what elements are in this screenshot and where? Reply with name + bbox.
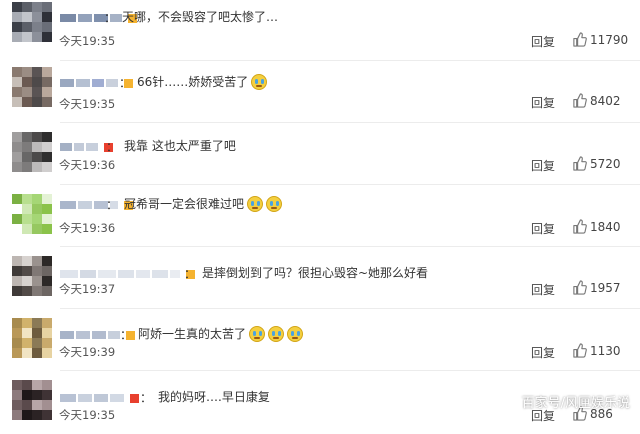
comment-timestamp: 今天19:36 [59,221,116,235]
name-separator: ： [119,76,132,90]
comment-item: ： 冠希哥一定会很难过吧 今天19:36 回复 1840 [0,186,640,248]
comment-text: 我的妈呀….早日康复 [158,388,270,405]
username-blurred[interactable] [60,269,197,279]
comment-timestamp: 今天19:37 [59,282,116,296]
avatar[interactable] [12,67,52,107]
comment-text: 冠希哥一定会很难过吧 [124,195,283,212]
like-count: 1840 [590,219,621,234]
comment-text-content: 是摔倒划到了吗？很担心毁容~她那么好看 [202,266,429,280]
reply-button[interactable]: 回复 [531,220,555,237]
divider [60,246,640,247]
crying-face-icon [287,325,304,342]
name-separator: ： [184,267,197,281]
like-button[interactable]: 11790 [572,32,628,47]
name-separator: ： [106,198,119,212]
crying-face-icon [266,195,283,212]
reply-button[interactable]: 回复 [531,281,555,298]
avatar[interactable] [12,256,52,296]
comment-text-content: 阿娇一生真的太苦了 [138,327,247,341]
name-separator: ： [120,328,133,342]
divider [60,370,640,371]
like-button[interactable]: 5720 [572,156,621,171]
reply-button[interactable]: 回复 [531,157,555,174]
comment-timestamp: 今天19:35 [59,97,116,111]
comment-text: 天哪，不会毁容了吧太惨了… [122,8,278,25]
reply-button[interactable]: 回复 [531,344,555,361]
like-button[interactable]: 1840 [572,219,621,234]
divider [60,60,640,61]
comment-text: 我靠 这也太严重了吧 [124,137,236,154]
user-badge-icon [130,393,139,403]
crying-face-icon [247,195,264,212]
comment-text-content: 我靠 这也太严重了吧 [124,139,236,153]
avatar[interactable] [12,380,52,420]
comment-item: ： 是摔倒划到了吗？很担心毁容~她那么好看今天19:37 回复 1957 [0,248,640,310]
comment-text-content: 我的妈呀….早日康复 [158,390,270,404]
thumbs-up-icon [572,280,590,295]
comment-text-content: 冠希哥一定会很难过吧 [124,197,245,211]
thumbs-up-icon [572,156,590,171]
divider [60,184,640,185]
crying-face-icon [249,325,266,342]
name-separator: ： [106,140,119,154]
comment-timestamp: 今天19:35 [59,34,116,48]
watermark: 百家号/风匣娱乐说 [521,396,630,411]
name-separator: ： [104,11,117,25]
like-count: 5720 [590,156,621,171]
reply-button[interactable]: 回复 [531,94,555,111]
thumbs-up-icon [572,93,590,108]
comment-timestamp: 今天19:39 [59,345,116,359]
comment-item: ： 66针……娇娇受苦了今天19:35 回复 8402 [0,62,640,124]
avatar[interactable] [12,194,52,234]
avatar[interactable] [12,2,52,42]
thumbs-up-icon [572,343,590,358]
like-count: 1130 [590,343,621,358]
comment-timestamp: 今天19:35 [59,408,116,422]
like-count: 8402 [590,93,621,108]
like-button[interactable]: 1130 [572,343,621,358]
comment-timestamp: 今天19:36 [59,158,116,172]
comment-text: 阿娇一生真的太苦了 [138,325,304,342]
comment-text: 66针……娇娇受苦了 [137,73,268,90]
divider [60,122,640,123]
avatar[interactable] [12,132,52,172]
comment-text-content: 66针……娇娇受苦了 [137,75,249,89]
comment-item: ： 阿娇一生真的太苦了今天19:39 回复 1130 [0,310,640,372]
name-separator: ： [140,391,153,405]
comment-item: ： 我靠 这也太严重了吧 今天19:36 回复 5720 [0,124,640,186]
like-count: 1957 [590,280,621,295]
comment-item: ： 天哪，不会毁容了吧太惨了… 今天19:35 回复 11790 [0,0,640,62]
reply-button[interactable]: 回复 [531,33,555,50]
username-blurred[interactable] [60,393,141,403]
thumbs-up-icon [572,32,590,47]
divider [60,308,640,309]
thumbs-up-icon [572,219,590,234]
like-button[interactable]: 8402 [572,93,621,108]
comment-text-content: 天哪，不会毁容了吧太惨了… [122,10,279,24]
like-button[interactable]: 1957 [572,280,621,295]
crying-face-icon [268,325,285,342]
crying-face-icon [251,73,268,90]
avatar[interactable] [12,318,52,358]
comment-text: 是摔倒划到了吗？很担心毁容~她那么好看 [202,264,428,281]
like-count: 11790 [590,32,629,47]
